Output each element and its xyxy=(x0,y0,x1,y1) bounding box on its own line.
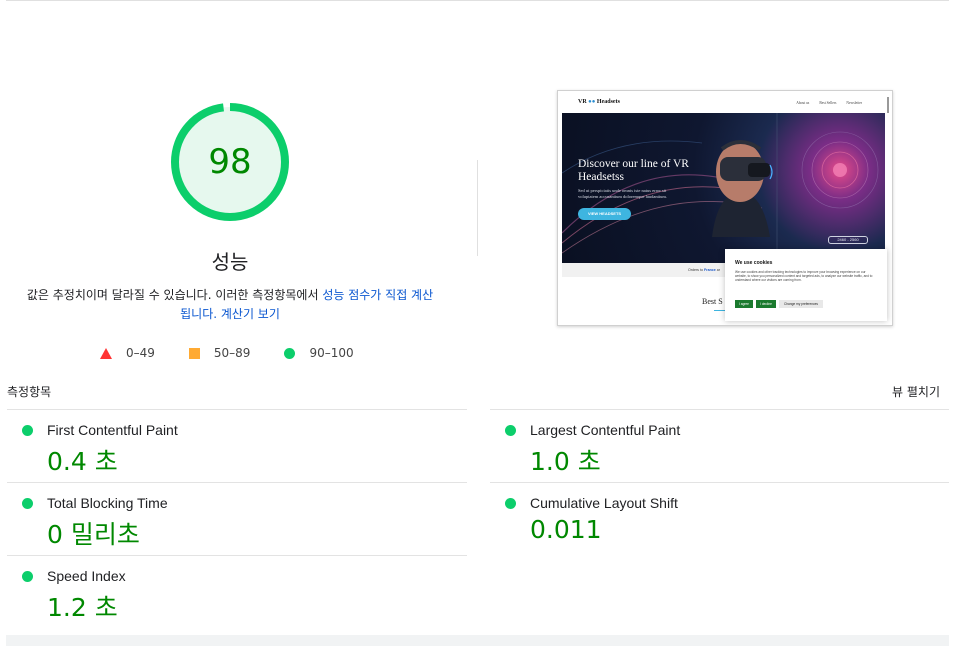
bottom-section-bar xyxy=(6,635,949,646)
metric-cumulative-layout-shift: Cumulative Layout Shift 0.011 xyxy=(490,482,949,555)
top-divider xyxy=(6,0,949,2)
metric-name: Largest Contentful Paint xyxy=(530,422,681,438)
score-value: 98 xyxy=(208,142,252,182)
metrics-heading: 측정항목 xyxy=(7,385,52,399)
metric-value: 0.011 xyxy=(530,515,602,544)
cookie-title: We use cookies xyxy=(735,260,773,266)
square-icon xyxy=(188,347,200,359)
pass-circle-icon xyxy=(22,425,33,436)
metric-first-contentful-paint: First Contentful Paint 0.4 초 xyxy=(7,409,467,482)
performance-score-gauge: 98 xyxy=(169,101,291,223)
thumb-hero: Discover our line of VR Headsetss Sed ut… xyxy=(562,113,885,263)
thumb-navbar: VR ●● Headsets About us Best Sellers Newsl… xyxy=(558,91,892,113)
expand-view-toggle[interactable]: 뷰 펼치기 xyxy=(892,383,940,400)
calculator-link[interactable]: 계산기 보기 xyxy=(221,307,280,321)
metric-name: Total Blocking Time xyxy=(47,495,168,511)
metric-speed-index: Speed Index 1.2 초 xyxy=(7,555,467,628)
score-legend: 0–49 50–89 90–100 xyxy=(100,344,388,362)
metric-name: First Contentful Paint xyxy=(47,422,178,438)
legend-item-fail: 0–49 xyxy=(100,346,155,360)
circle-icon xyxy=(284,347,296,359)
metric-largest-contentful-paint: Largest Contentful Paint 1.0 초 xyxy=(490,409,949,482)
cookie-text: We use cookies and other tracking techno… xyxy=(735,270,873,283)
metric-value: 0.4 초 xyxy=(47,447,118,476)
thumb-view-headsets-button: VIEW HEADSETS xyxy=(578,208,631,220)
metric-name: Speed Index xyxy=(47,568,126,584)
thumb-hero-heading: Discover our line of VR Headsetss xyxy=(578,158,689,183)
triangle-icon xyxy=(100,347,112,359)
legend-item-average: 50–89 xyxy=(188,346,251,360)
metric-name: Cumulative Layout Shift xyxy=(530,495,678,511)
vertical-divider xyxy=(477,160,478,256)
thumb-nav-links: About us Best Sellers Newsletter xyxy=(796,101,862,105)
legend-item-pass: 90–100 xyxy=(284,346,354,360)
thumb-hero-body: Sed ut perspiciatis unde omnis iste natu… xyxy=(578,188,667,199)
metric-value: 1.0 초 xyxy=(530,447,601,476)
thumb-scrollbar xyxy=(887,97,889,113)
thumb-cookie-banner: We use cookies We use cookies and other … xyxy=(725,249,887,321)
cookie-agree-button: I agree xyxy=(735,300,753,308)
legend-range: 50–89 xyxy=(213,346,251,360)
legend-range: 0–49 xyxy=(126,346,155,360)
cookie-decline-button: I decline xyxy=(756,300,776,308)
pass-circle-icon xyxy=(505,425,516,436)
legend-range: 90–100 xyxy=(309,346,354,360)
metric-total-blocking-time: Total Blocking Time 0 밀리초 xyxy=(7,482,467,555)
thumb-logo: VR ●● Headsets xyxy=(578,99,620,105)
page-screenshot-thumbnail[interactable]: VR ●● Headsets About us Best Sellers Newsl… xyxy=(557,90,893,326)
cookie-preferences-button: Change my preferences xyxy=(779,300,823,308)
thumb-price-range: 2460 - 2560 xyxy=(828,236,868,244)
pass-circle-icon xyxy=(22,571,33,582)
score-description: 값은 추정치이며 달라질 수 있습니다. 이러한 측정항목에서 성능 점수가 직… xyxy=(24,286,436,324)
description-text: 값은 추정치이며 달라질 수 있습니다. 이러한 측정항목에서 xyxy=(26,288,323,302)
metric-value: 0 밀리초 xyxy=(47,520,140,549)
pass-circle-icon xyxy=(505,498,516,509)
category-title: 성능 xyxy=(211,250,249,274)
metric-value: 1.2 초 xyxy=(47,593,118,622)
thumb-best-sellers-heading: Best S xyxy=(702,297,723,306)
thumb-shipping-text: Orders to France ar xyxy=(688,268,720,272)
pass-circle-icon xyxy=(22,498,33,509)
